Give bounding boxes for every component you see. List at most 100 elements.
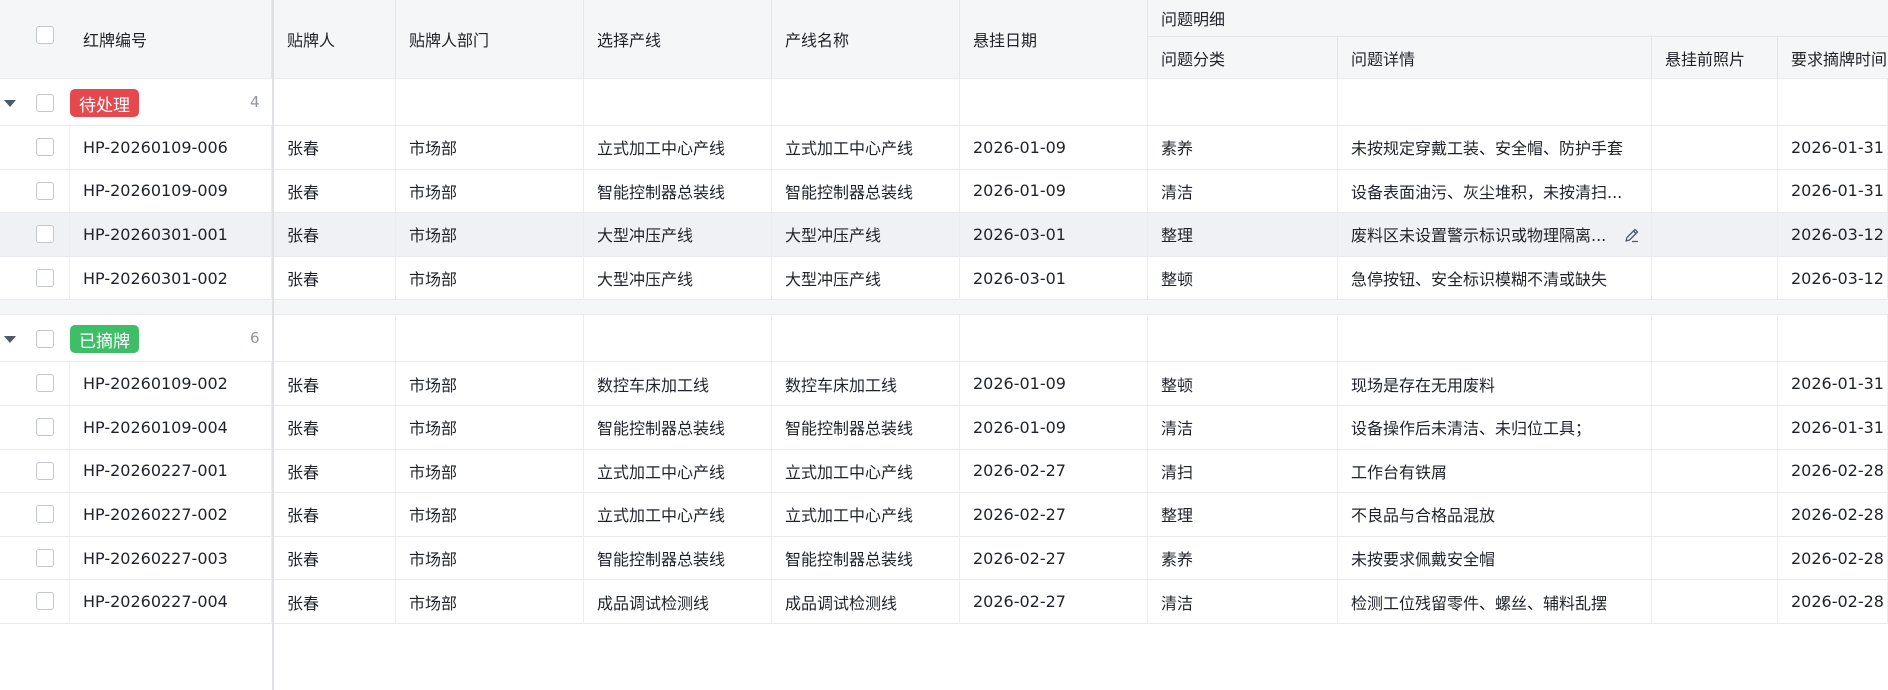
cell-date[interactable]: 2026-01-09 [960,126,1148,169]
cell-poster[interactable]: 张春 [274,536,396,580]
cell-line-select[interactable]: 大型冲压产线 [584,213,772,256]
cell-date[interactable]: 2026-03-01 [960,256,1148,300]
cell-line-select[interactable]: 智能控制器总装线 [584,406,772,449]
edit-pencil-icon[interactable] [1624,227,1640,243]
cell-line-select[interactable]: 大型冲压产线 [584,256,772,300]
cell-id[interactable]: HP-20260227-003 [70,536,272,580]
cell-line-select[interactable]: 成品调试检测线 [584,580,772,623]
cell-category[interactable]: 清洁 [1148,169,1338,213]
select-all-checkbox[interactable] [36,26,54,44]
cell-poster[interactable]: 张春 [274,580,396,623]
cell-line-select[interactable]: 立式加工中心产线 [584,449,772,493]
cell-photo[interactable] [1652,362,1778,405]
cell-detail[interactable]: 检测工位残留零件、螺丝、辅料乱摆 [1338,580,1652,623]
cell-detail[interactable]: 未按要求佩戴安全帽 [1338,536,1652,580]
cell-category[interactable]: 整理 [1148,213,1338,256]
table-row[interactable]: HP-20260227-004 张春 市场部 成品调试检测线 成品调试检测线 2026-0… [0,580,1888,624]
cell-date[interactable]: 2026-01-09 [960,406,1148,449]
cell-dept[interactable]: 市场部 [396,126,584,169]
cell-required[interactable]: 2026-02-28 [1778,449,1888,493]
cell-dept[interactable]: 市场部 [396,169,584,213]
cell-dept[interactable]: 市场部 [396,256,584,300]
cell-line-select[interactable]: 立式加工中心产线 [584,493,772,536]
group-checkbox[interactable] [36,94,54,112]
table-row[interactable]: HP-20260301-001 张春 市场部 大型冲压产线 大型冲压产线 2026-03-… [0,213,1888,257]
cell-category[interactable]: 整顿 [1148,362,1338,405]
cell-detail[interactable]: 不良品与合格品混放 [1338,493,1652,536]
cell-detail[interactable]: 设备表面油污、灰尘堆积，未按清扫... [1338,169,1652,213]
header-detail[interactable]: 问题详情 [1338,36,1652,78]
header-photo[interactable]: 悬挂前照片 [1652,36,1778,78]
cell-line-select[interactable]: 智能控制器总装线 [584,536,772,580]
cell-dept[interactable]: 市场部 [396,362,584,405]
cell-required[interactable]: 2026-03-12 [1778,256,1888,300]
cell-line-name[interactable]: 智能控制器总装线 [772,536,960,580]
cell-date[interactable]: 2026-02-27 [960,580,1148,623]
cell-line-select[interactable]: 数控车床加工线 [584,362,772,405]
cell-required[interactable]: 2026-02-28 [1778,493,1888,536]
header-date[interactable]: 悬挂日期 [960,0,1148,78]
cell-dept[interactable]: 市场部 [396,449,584,493]
header-dept[interactable]: 贴牌人部门 [396,0,584,78]
cell-detail[interactable]: 工作台有铁屑 [1338,449,1652,493]
cell-id[interactable]: HP-20260227-004 [70,580,272,623]
cell-date[interactable]: 2026-02-27 [960,536,1148,580]
cell-category[interactable]: 清洁 [1148,580,1338,623]
cell-category[interactable]: 清洁 [1148,406,1338,449]
cell-photo[interactable] [1652,449,1778,493]
header-category[interactable]: 问题分类 [1148,36,1338,78]
cell-category[interactable]: 素养 [1148,126,1338,169]
cell-line-name[interactable]: 大型冲压产线 [772,256,960,300]
cell-line-name[interactable]: 大型冲压产线 [772,213,960,256]
table-row[interactable]: HP-20260109-009 张春 市场部 智能控制器总装线 智能控制器总装线 2026… [0,169,1888,214]
cell-category[interactable]: 素养 [1148,536,1338,580]
header-id[interactable]: 红牌编号 [70,0,272,78]
cell-required[interactable]: 2026-01-31 [1778,126,1888,169]
collapse-caret-icon[interactable] [4,336,16,344]
cell-poster[interactable]: 张春 [274,213,396,256]
cell-line-select[interactable]: 立式加工中心产线 [584,126,772,169]
cell-detail[interactable]: 废料区未设置警示标识或物理隔离... [1338,213,1652,256]
cell-line-name[interactable]: 立式加工中心产线 [772,449,960,493]
cell-dept[interactable]: 市场部 [396,213,584,256]
cell-line-name[interactable]: 智能控制器总装线 [772,169,960,213]
table-row[interactable]: HP-20260109-004 张春 市场部 智能控制器总装线 智能控制器总装线 2026… [0,406,1888,450]
header-poster[interactable]: 贴牌人 [274,0,396,78]
cell-date[interactable]: 2026-03-01 [960,213,1148,256]
table-row[interactable]: HP-20260109-006 张春 市场部 立式加工中心产线 立式加工中心产线 2026… [0,126,1888,170]
group-checkbox[interactable] [36,330,54,349]
cell-date[interactable]: 2026-02-27 [960,493,1148,536]
cell-detail[interactable]: 设备操作后未清洁、未归位工具； [1338,406,1652,449]
cell-id[interactable]: HP-20260227-002 [70,493,272,536]
group-row[interactable]: 待处理 4 [0,78,1888,126]
cell-photo[interactable] [1652,169,1778,213]
cell-dept[interactable]: 市场部 [396,493,584,536]
header-required[interactable]: 要求摘牌时间 [1778,36,1888,78]
cell-id[interactable]: HP-20260301-002 [70,256,272,300]
table-row[interactable]: HP-20260227-003 张春 市场部 智能控制器总装线 智能控制器总装线 2026… [0,536,1888,581]
header-line-name[interactable]: 产线名称 [772,0,960,78]
cell-detail[interactable]: 急停按钮、安全标识模糊不清或缺失 [1338,256,1652,300]
cell-dept[interactable]: 市场部 [396,536,584,580]
cell-date[interactable]: 2026-01-09 [960,169,1148,213]
cell-photo[interactable] [1652,126,1778,169]
cell-dept[interactable]: 市场部 [396,406,584,449]
cell-required[interactable]: 2026-02-28 [1778,580,1888,623]
cell-line-name[interactable]: 数控车床加工线 [772,362,960,405]
cell-category[interactable]: 清扫 [1148,449,1338,493]
cell-id[interactable]: HP-20260109-009 [70,169,272,213]
table-row[interactable]: HP-20260227-002 张春 市场部 立式加工中心产线 立式加工中心产线 2026… [0,493,1888,537]
cell-dept[interactable]: 市场部 [396,580,584,623]
cell-photo[interactable] [1652,536,1778,580]
cell-date[interactable]: 2026-01-09 [960,362,1148,405]
cell-photo[interactable] [1652,406,1778,449]
cell-id[interactable]: HP-20260109-004 [70,406,272,449]
cell-id[interactable]: HP-20260109-002 [70,362,272,405]
cell-line-name[interactable]: 立式加工中心产线 [772,126,960,169]
cell-poster[interactable]: 张春 [274,449,396,493]
cell-photo[interactable] [1652,256,1778,300]
cell-poster[interactable]: 张春 [274,169,396,213]
cell-category[interactable]: 整顿 [1148,256,1338,300]
cell-line-name[interactable]: 智能控制器总装线 [772,406,960,449]
cell-poster[interactable]: 张春 [274,493,396,536]
